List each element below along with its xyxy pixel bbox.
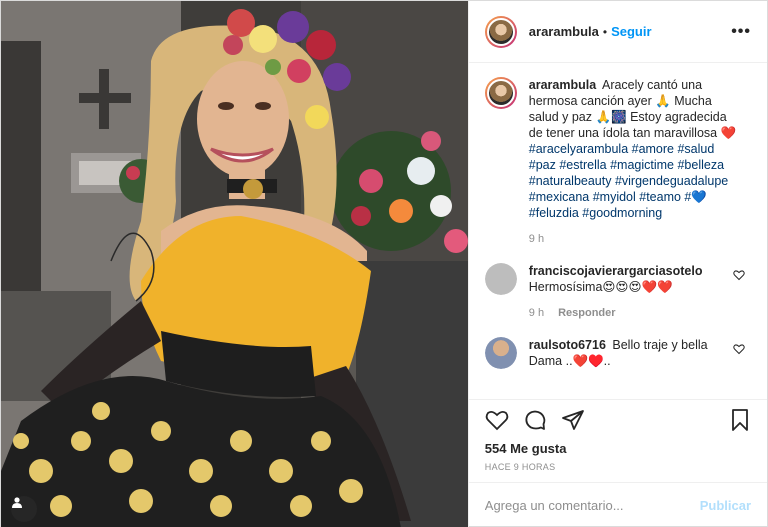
comment-username[interactable]: raulsoto6716 xyxy=(529,338,606,352)
comment-composer: Publicar xyxy=(468,482,767,527)
author-username[interactable]: ararambula xyxy=(529,24,599,39)
bookmark-icon[interactable] xyxy=(729,408,751,432)
more-icon[interactable]: ••• xyxy=(731,23,751,41)
post-timestamp: HACE 9 HORAS xyxy=(484,462,556,472)
post-photo[interactable] xyxy=(1,1,468,527)
post-sidebar: ararambula • Seguir ••• ararambula Arace… xyxy=(467,1,767,527)
instagram-post: ararambula • Seguir ••• ararambula Arace… xyxy=(0,0,768,527)
heart-icon[interactable] xyxy=(485,408,509,432)
caption-avatar[interactable] xyxy=(484,77,517,109)
comment-text: Hermosísima😍😍😍❤️❤️ xyxy=(528,280,673,294)
likes-count[interactable]: 554 Me gusta xyxy=(469,441,767,456)
comment-like-heart-icon[interactable] xyxy=(733,343,745,355)
caption-meta: 9 h xyxy=(529,231,737,247)
caption-hashtags[interactable]: #aracelyarambula #amore #salud #paz #est… xyxy=(529,142,728,220)
comment-icon[interactable] xyxy=(523,408,547,432)
publish-button[interactable]: Publicar xyxy=(700,498,751,513)
photo-illustration xyxy=(1,1,468,527)
comment-avatar[interactable] xyxy=(484,337,517,369)
comment-like-heart-icon[interactable] xyxy=(733,269,745,281)
post-header: ararambula • Seguir ••• xyxy=(468,1,767,63)
caption: ararambula Aracely cantó una hermosa can… xyxy=(484,77,751,247)
user-tag-button[interactable] xyxy=(11,496,37,522)
comment-body: franciscojavierargarciasotelo Hermosísim… xyxy=(529,263,737,321)
caption-time: 9 h xyxy=(528,233,545,245)
comments-list[interactable]: ararambula Aracely cantó una hermosa can… xyxy=(469,63,767,399)
follow-button[interactable]: Seguir xyxy=(611,24,651,39)
caption-body: ararambula Aracely cantó una hermosa can… xyxy=(529,77,737,247)
caption-username[interactable]: ararambula xyxy=(529,78,596,92)
author-avatar[interactable] xyxy=(484,15,517,48)
comment-username[interactable]: franciscojavierargarciasotelo xyxy=(529,264,703,278)
comment-input[interactable] xyxy=(484,498,700,513)
comment-item: raulsoto6716 Bello traje y bella Dama ..… xyxy=(484,337,751,369)
comment-avatar[interactable] xyxy=(484,263,517,295)
action-bar xyxy=(468,399,767,439)
comment-item: franciscojavierargarciasotelo Hermosísim… xyxy=(484,263,751,321)
comment-body: raulsoto6716 Bello traje y bella Dama ..… xyxy=(529,337,737,369)
comment-meta: 9 h Responder xyxy=(529,305,737,321)
header-separator: • xyxy=(602,24,608,39)
share-icon[interactable] xyxy=(561,408,585,432)
reply-button[interactable]: Responder xyxy=(558,305,615,321)
comment-time: 9 h xyxy=(528,307,545,319)
user-tag-icon xyxy=(12,497,22,508)
